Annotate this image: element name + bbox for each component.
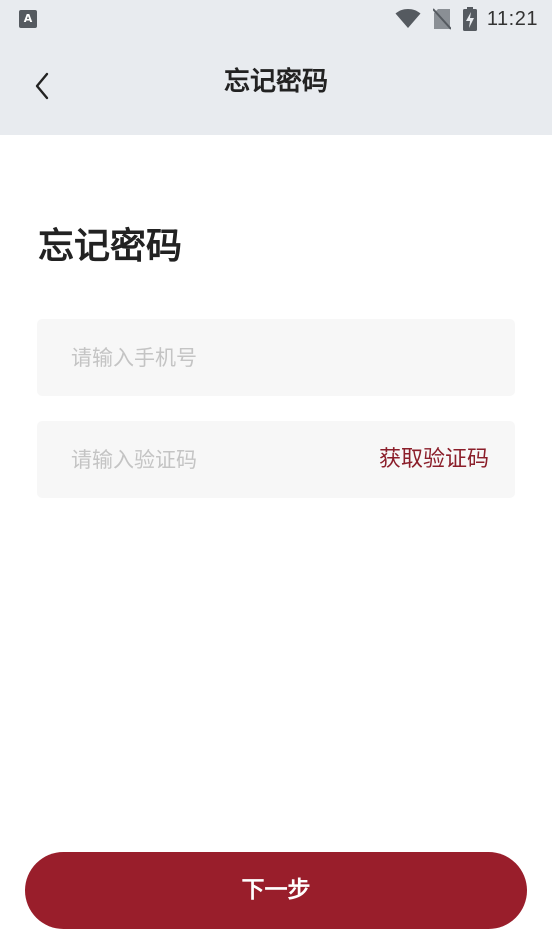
status-icons: 11:21 xyxy=(395,0,538,38)
next-button[interactable]: 下一步 xyxy=(25,852,527,929)
get-code-button[interactable]: 获取验证码 xyxy=(379,421,489,498)
battery-charging-icon xyxy=(462,7,477,31)
nav-title: 忘记密码 xyxy=(223,67,328,97)
verification-code-field: 获取验证码 xyxy=(37,421,515,498)
phone-field xyxy=(37,319,515,396)
phone-input[interactable] xyxy=(71,319,491,396)
no-sim-icon xyxy=(432,8,451,30)
wifi-icon xyxy=(395,9,421,29)
app-notification-icon: A xyxy=(19,10,37,28)
status-bar: A 11:21 xyxy=(0,0,552,38)
nav-bar: 忘记密码 xyxy=(0,38,552,135)
verification-code-input[interactable] xyxy=(71,421,361,498)
page-title: 忘记密码 xyxy=(38,226,183,267)
status-time: 11:21 xyxy=(486,7,538,30)
